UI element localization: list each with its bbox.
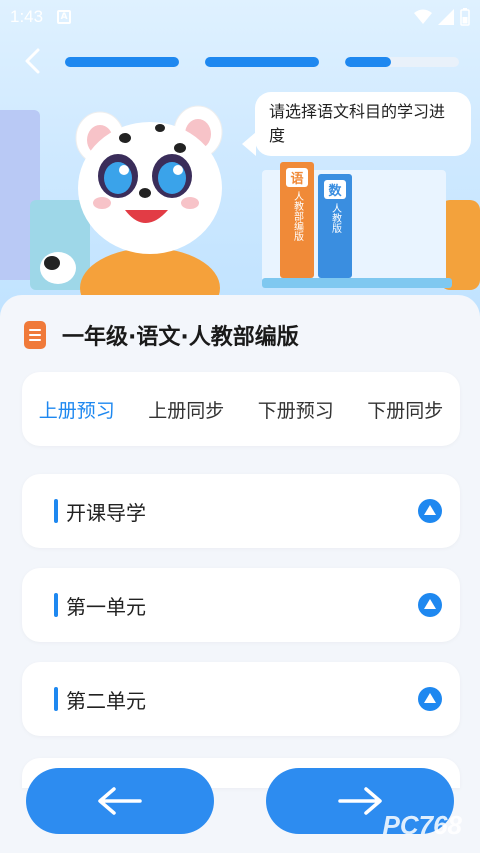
- collapse-icon: [418, 499, 442, 523]
- page-title: 一年级·语文·人教部编版: [62, 325, 299, 350]
- progress-step-3-fill: [345, 57, 391, 67]
- unit-marker: [54, 687, 58, 711]
- math-book-badge: 数: [324, 180, 346, 199]
- progress-step-2: [205, 57, 319, 67]
- chinese-book-badge: 语: [286, 168, 308, 187]
- hero-banner: 请选择语文科目的学习进度 语 人教部编版 数 人教版 1:43 A: [0, 0, 480, 330]
- status-bar: 1:43 A: [0, 0, 480, 34]
- tab-volume-2-preview[interactable]: 下册预习: [254, 396, 338, 423]
- unit-item[interactable]: 第一单元: [22, 568, 460, 642]
- battery-icon: [460, 8, 470, 26]
- chinese-book: 语 人教部编版: [280, 162, 314, 278]
- arrow-right-icon: [338, 787, 382, 815]
- bubble-tail: [242, 132, 256, 156]
- collapse-icon: [418, 593, 442, 617]
- tab-volume-2-sync[interactable]: 下册同步: [363, 396, 447, 423]
- speech-bubble: 请选择语文科目的学习进度: [255, 92, 471, 156]
- prev-button[interactable]: [26, 768, 214, 834]
- progress-step-3: [345, 57, 459, 67]
- tab-volume-1-preview[interactable]: 上册预习: [35, 396, 119, 423]
- tab-volume-1-sync[interactable]: 上册同步: [144, 396, 228, 423]
- deco-flower: [440, 200, 480, 290]
- book-shelf: 语 人教部编版 数 人教版: [262, 162, 452, 290]
- back-button[interactable]: [18, 46, 48, 76]
- unit-marker: [54, 593, 58, 617]
- unit-label: 第二单元: [66, 688, 146, 713]
- wifi-icon: [414, 9, 432, 24]
- math-book: 数 人教版: [318, 174, 352, 278]
- notification-icon: A: [57, 10, 72, 24]
- unit-label: 开课导学: [66, 500, 146, 525]
- arrow-left-icon: [98, 787, 142, 815]
- progress-step-1: [65, 57, 179, 67]
- mascot-illustration: [40, 105, 223, 298]
- watermark: PC768: [382, 810, 463, 840]
- status-icons: [414, 8, 470, 26]
- signal-icon: [438, 9, 454, 25]
- chevron-left-icon: [25, 48, 40, 74]
- collapse-icon: [418, 687, 442, 711]
- unit-item[interactable]: 第二单元: [22, 662, 460, 736]
- unit-item[interactable]: 开课导学: [22, 474, 460, 548]
- volume-tabs: 上册预习 上册同步 下册预习 下册同步: [22, 372, 460, 446]
- chinese-book-subtitle: 人教部编版: [291, 191, 303, 241]
- unit-label: 第一单元: [66, 594, 146, 619]
- status-time: 1:43: [10, 7, 44, 26]
- document-icon: [24, 321, 46, 349]
- math-book-subtitle: 人教版: [329, 203, 341, 233]
- unit-marker: [54, 499, 58, 523]
- header-row: 一年级·语文·人教部编版: [24, 319, 299, 351]
